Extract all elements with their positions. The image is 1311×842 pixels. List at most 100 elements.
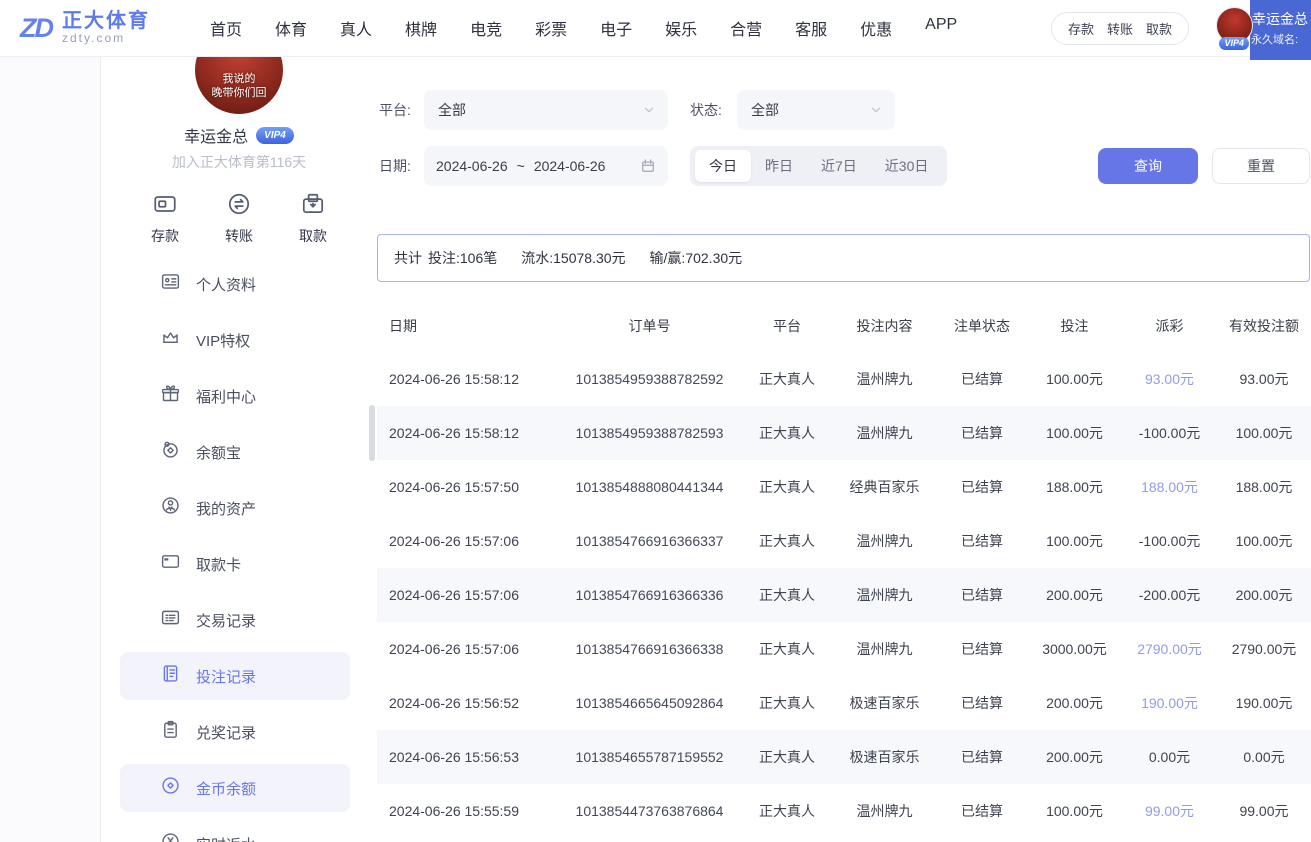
quick-action-转账[interactable]: 转账 [208, 191, 270, 246]
date-filter-label: 日期: [379, 156, 411, 176]
avatar-caption-line1: 我说的 [223, 72, 256, 86]
sidebar-item-label: 交易记录 [196, 610, 256, 631]
platform-filter-label: 平台: [379, 100, 411, 120]
column-header-注单状态: 注单状态 [937, 316, 1027, 336]
range-今日[interactable]: 今日 [695, 150, 751, 182]
cell-content: 温州牌九 [832, 585, 937, 605]
cell-order: 1013854665645092864 [557, 695, 742, 711]
summary-winloss: 输/赢:702.30元 [650, 248, 743, 268]
quick-action-存款[interactable]: 存款 [134, 191, 196, 246]
nav-item-合营[interactable]: 合营 [730, 16, 762, 40]
column-header-投注: 投注 [1027, 316, 1122, 336]
quick-actions: 存款转账取款 [101, 191, 377, 246]
sidebar-item-我的资产[interactable]: 我的资产 [120, 484, 350, 532]
cell-valid: 99.00元 [1217, 801, 1311, 821]
cell-status: 已结算 [937, 585, 1027, 605]
cell-bet: 100.00元 [1027, 423, 1122, 443]
cell-status: 已结算 [937, 423, 1027, 443]
column-header-派彩: 派彩 [1122, 316, 1217, 336]
nav-item-体育[interactable]: 体育 [275, 16, 307, 40]
column-header-投注内容: 投注内容 [832, 316, 937, 336]
range-近7日[interactable]: 近7日 [807, 150, 871, 182]
sidebar-item-金币余额[interactable]: 金币余额 [120, 764, 350, 812]
search-button[interactable]: 查询 [1098, 148, 1198, 184]
cell-platform: 正大真人 [742, 693, 832, 713]
redeem-icon [160, 719, 181, 745]
nav-item-优惠[interactable]: 优惠 [860, 16, 892, 40]
nav-item-娱乐[interactable]: 娱乐 [665, 16, 697, 40]
sidebar-item-VIP特权[interactable]: VIP特权 [120, 316, 350, 364]
sidebar-menu: 个人资料 VIP特权福利中心余额宝我的资产取款卡交易记录投注记录兑奖记录金币余额实… [101, 260, 377, 842]
cell-platform: 正大真人 [742, 801, 832, 821]
table-row: 2024-06-26 15:55:591013854473763876864正大… [377, 784, 1311, 838]
cell-status: 已结算 [937, 801, 1027, 821]
cell-content: 温州牌九 [832, 369, 937, 389]
nav-item-彩票[interactable]: 彩票 [535, 16, 567, 40]
platform-select[interactable]: 全部 [424, 90, 668, 130]
quick-action-取款[interactable]: 取款 [282, 191, 344, 246]
date-range-input[interactable]: 2024-06-26 ~ 2024-06-26 [424, 146, 668, 186]
nav-item-首页[interactable]: 首页 [210, 16, 242, 40]
column-header-有效投注额: 有效投注额 [1217, 316, 1311, 336]
nav-item-电竞[interactable]: 电竞 [470, 16, 502, 40]
nav-item-棋牌[interactable]: 棋牌 [405, 16, 437, 40]
sidebar-item-个人资料[interactable]: 个人资料 [120, 260, 350, 308]
sidebar-item-实时返水[interactable]: 实时返水 [120, 820, 350, 842]
sidebar-scrollbar[interactable] [369, 405, 375, 461]
sidebar-item-label: 个人资料 [196, 274, 256, 295]
bet-records-table: 日期订单号平台投注内容注单状态投注派彩有效投注额 2024-06-26 15:5… [377, 299, 1311, 838]
page: ZD 正大体育 zdty.com 首页 体育 真人 棋牌 电竞 彩票 电子 娱乐 合营 客服 优惠 A… [0, 0, 1311, 842]
summary-turnover: 流水:15078.30元 [521, 248, 625, 268]
username: 幸运金总 [1252, 9, 1310, 29]
calendar-icon [640, 158, 656, 174]
deposit-icon [134, 191, 196, 222]
sidebar-item-投注记录[interactable]: 投注记录 [120, 652, 350, 700]
sidebar-item-取款卡[interactable]: 取款卡 [120, 540, 350, 588]
column-header-平台: 平台 [742, 316, 832, 336]
quick-action-label: 取款 [282, 226, 344, 246]
site-logo[interactable]: ZD 正大体育 zdty.com [14, 8, 150, 48]
sidebar-item-label: 取款卡 [196, 554, 241, 575]
status-select[interactable]: 全部 [737, 90, 895, 130]
reset-button[interactable]: 重置 [1212, 148, 1310, 184]
summary-bar: 共计 投注:106笔 流水:15078.30元 输/赢:702.30元 [377, 234, 1310, 282]
vip-icon [160, 327, 181, 353]
cell-date: 2024-06-26 15:57:06 [377, 533, 557, 549]
cell-content: 温州牌九 [832, 531, 937, 551]
status-filter-label: 状态: [690, 100, 722, 120]
table-header-row: 日期订单号平台投注内容注单状态投注派彩有效投注额 [377, 299, 1311, 352]
transactions-icon [160, 607, 181, 633]
wallet-action-存款[interactable]: 存款 [1068, 19, 1094, 38]
table-row: 2024-06-26 15:58:121013854959388782592正大… [377, 352, 1311, 406]
cell-bet: 3000.00元 [1027, 639, 1122, 659]
cell-bet: 200.00元 [1027, 585, 1122, 605]
wallet-action-转账[interactable]: 转账 [1107, 19, 1133, 38]
sidebar-item-兑奖记录[interactable]: 兑奖记录 [120, 708, 350, 756]
cell-platform: 正大真人 [742, 585, 832, 605]
table-row: 2024-06-26 15:58:121013854959388782593正大… [377, 406, 1311, 460]
profile-name: 幸运金总 [184, 123, 248, 147]
date-end: 2024-06-26 [534, 158, 606, 174]
cell-platform: 正大真人 [742, 747, 832, 767]
transfer-icon [208, 191, 270, 222]
wallet-action-取款[interactable]: 取款 [1146, 19, 1172, 38]
cell-valid: 0.00元 [1217, 747, 1311, 767]
summary-total-label: 共计 [394, 248, 422, 268]
permanent-domain-label: 永久域名: [1251, 31, 1311, 47]
quick-action-label: 存款 [134, 226, 196, 246]
cell-date: 2024-06-26 15:56:53 [377, 749, 557, 765]
sidebar-item-交易记录[interactable]: 交易记录 [120, 596, 350, 644]
nav-item-真人[interactable]: 真人 [340, 16, 372, 40]
cell-status: 已结算 [937, 747, 1027, 767]
nav-item-电子[interactable]: 电子 [600, 16, 632, 40]
range-昨日[interactable]: 昨日 [751, 150, 807, 182]
sidebar-item-福利中心[interactable]: 福利中心 [120, 372, 350, 420]
nav-item-APP[interactable]: APP [925, 16, 957, 40]
sidebar-item-余额宝[interactable]: 余额宝 [120, 428, 350, 476]
column-header-订单号: 订单号 [557, 316, 742, 336]
range-近30日[interactable]: 近30日 [871, 150, 943, 182]
cell-payout: 2790.00元 [1122, 639, 1217, 659]
cell-content: 极速百家乐 [832, 693, 937, 713]
nav-item-客服[interactable]: 客服 [795, 16, 827, 40]
vip-badge: VIP4 [1219, 37, 1249, 50]
